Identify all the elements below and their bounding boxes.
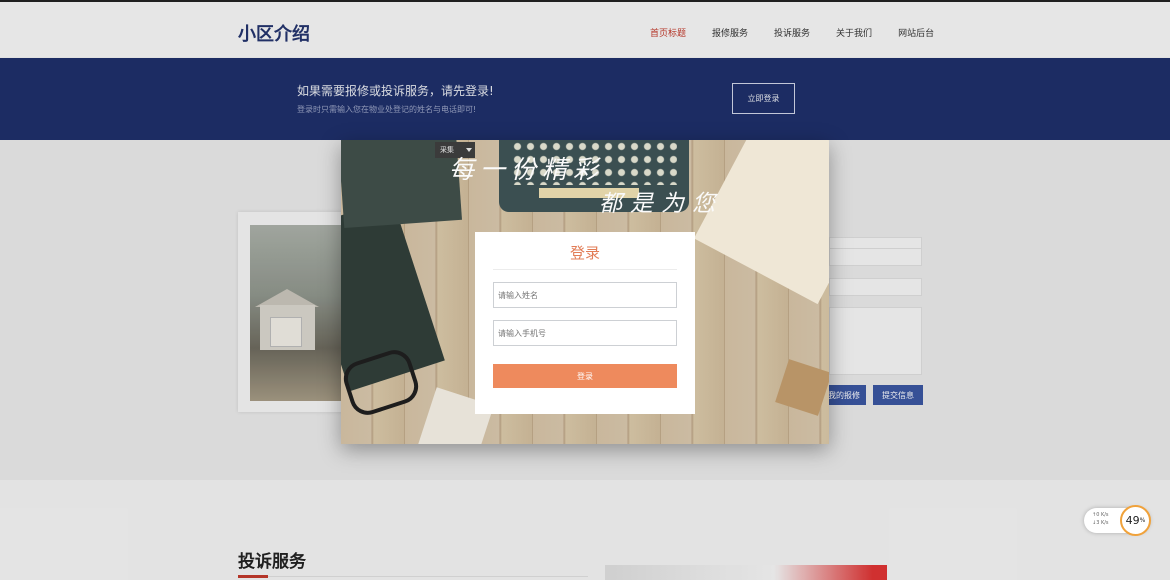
main-nav: 首页标题 报修服务 投诉服务 关于我们 网站后台 <box>650 26 934 39</box>
banner-title: 如果需要报修或投诉服务，请先登录! <box>297 84 494 98</box>
notebook-decoration <box>693 140 829 305</box>
banner-subtitle: 登录时只需输入您在物业处登记的姓名与电话即可! <box>297 105 477 114</box>
submit-info-button[interactable]: 提交信息 <box>873 385 923 405</box>
login-modal: 采集 每一份精彩 都是为您 登录 登录 <box>341 140 829 444</box>
login-divider <box>493 269 677 270</box>
complaint-title: 投诉服务 <box>238 552 306 572</box>
nav-item-home[interactable]: 首页标题 <box>650 26 686 39</box>
speed-rates: ↑0 K/s ↓3 K/s <box>1092 511 1109 527</box>
download-rate: ↓3 K/s <box>1092 520 1109 526</box>
login-submit-button[interactable]: 登录 <box>493 364 677 388</box>
usage-percent: 49 <box>1125 514 1140 527</box>
form-textarea[interactable] <box>829 307 922 375</box>
title-underline <box>238 575 268 578</box>
top-header: 小区介绍 首页标题 报修服务 投诉服务 关于我们 网站后台 <box>0 0 1170 57</box>
usage-percent-unit: % <box>1139 517 1146 524</box>
nav-item-repair[interactable]: 报修服务 <box>712 26 748 39</box>
form-field-3[interactable] <box>829 278 922 296</box>
form-field-2[interactable] <box>829 248 922 266</box>
garage-door <box>270 317 302 347</box>
nav-item-complaint[interactable]: 投诉服务 <box>774 26 810 39</box>
complaint-section <box>0 480 1170 580</box>
calligraphy-line-1: 每一份精彩 <box>449 155 605 184</box>
complaint-image <box>605 565 887 580</box>
section-rule <box>268 576 588 577</box>
login-title: 登录 <box>569 244 600 262</box>
calligraphy-line-2: 都是为您 <box>599 191 723 217</box>
login-now-button[interactable]: 立即登录 <box>732 83 795 114</box>
box-decoration <box>775 359 829 416</box>
login-form: 登录 登录 <box>475 232 695 414</box>
nav-item-admin[interactable]: 网站后台 <box>898 26 934 39</box>
memory-usage-ring[interactable]: 49% <box>1120 505 1151 536</box>
house-photo <box>250 225 343 401</box>
login-prompt-banner: 如果需要报修或投诉服务，请先登录! 登录时只需输入您在物业处登记的姓名与电话即可… <box>0 58 1170 140</box>
phone-input[interactable] <box>493 320 677 346</box>
nav-item-about[interactable]: 关于我们 <box>836 26 872 39</box>
network-speed-widget[interactable]: ↑0 K/s ↓3 K/s 49% <box>1084 505 1151 536</box>
name-input[interactable] <box>493 282 677 308</box>
upload-rate: ↑0 K/s <box>1092 512 1109 518</box>
site-brand[interactable]: 小区介绍 <box>238 20 310 46</box>
